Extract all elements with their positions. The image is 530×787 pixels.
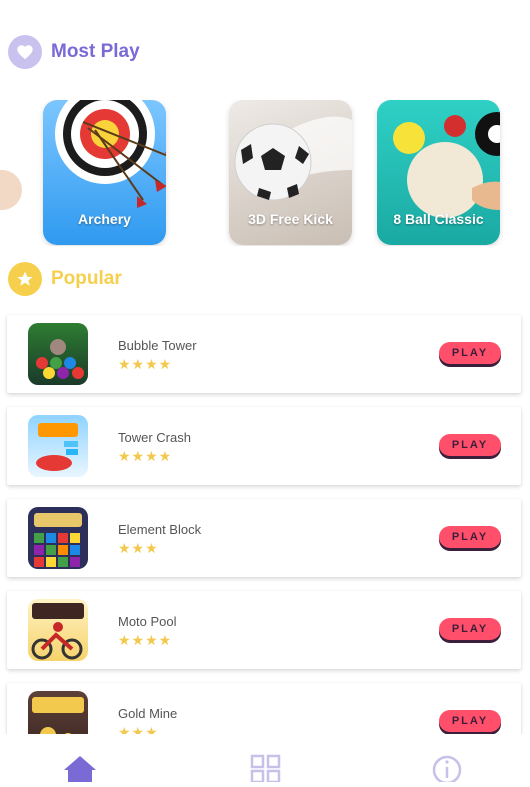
- most-play-carousel[interactable]: Archery 3D Free Kick 8 Ball Classic: [0, 100, 530, 246]
- star-icon: [8, 262, 42, 296]
- list-item[interactable]: Bubble Tower ★★★★ PLAY: [7, 315, 521, 393]
- popular-header: Popular: [8, 262, 122, 296]
- play-button[interactable]: PLAY: [439, 618, 501, 640]
- card-label-3d-free-kick: 3D Free Kick: [248, 211, 333, 227]
- grid-icon[interactable]: [249, 754, 283, 784]
- previous-card-peek[interactable]: [0, 170, 22, 210]
- game-name: Tower Crash: [118, 430, 191, 445]
- game-thumbnail-bubble-tower: [28, 323, 88, 385]
- rating-stars: ★★★★: [118, 448, 173, 464]
- game-card-8-ball-classic[interactable]: 8 Ball Classic: [377, 100, 500, 245]
- bottom-navigation: [0, 734, 530, 785]
- list-item[interactable]: Moto Pool ★★★★ PLAY: [7, 591, 521, 669]
- heart-icon: [8, 35, 42, 69]
- rating-stars: ★★★★: [118, 356, 173, 372]
- game-card-3d-free-kick[interactable]: 3D Free Kick: [229, 100, 352, 245]
- list-item[interactable]: Element Block ★★★ PLAY: [7, 499, 521, 577]
- rating-stars: ★★★: [118, 540, 159, 556]
- most-play-header: Most Play: [8, 35, 140, 69]
- game-name: Moto Pool: [118, 614, 177, 629]
- game-card-archery[interactable]: Archery: [43, 100, 166, 245]
- play-button[interactable]: PLAY: [439, 710, 501, 732]
- card-label-8-ball-classic: 8 Ball Classic: [393, 211, 484, 227]
- play-button[interactable]: PLAY: [439, 526, 501, 548]
- list-item[interactable]: Tower Crash ★★★★ PLAY: [7, 407, 521, 485]
- most-play-title: Most Play: [51, 41, 140, 62]
- game-name: Gold Mine: [118, 706, 178, 721]
- play-button[interactable]: PLAY: [439, 342, 501, 364]
- game-thumbnail-element-block: [28, 507, 88, 569]
- rating-stars: ★★★★: [118, 632, 173, 648]
- game-name: Bubble Tower: [118, 338, 197, 353]
- home-icon[interactable]: [63, 754, 97, 782]
- game-thumbnail-tower-crash: [28, 415, 88, 477]
- play-button[interactable]: PLAY: [439, 434, 501, 456]
- info-icon[interactable]: [430, 754, 464, 785]
- game-name: Element Block: [118, 522, 202, 537]
- game-thumbnail-moto-pool: [28, 599, 88, 661]
- popular-title: Popular: [51, 268, 122, 289]
- card-label-archery: Archery: [78, 211, 131, 227]
